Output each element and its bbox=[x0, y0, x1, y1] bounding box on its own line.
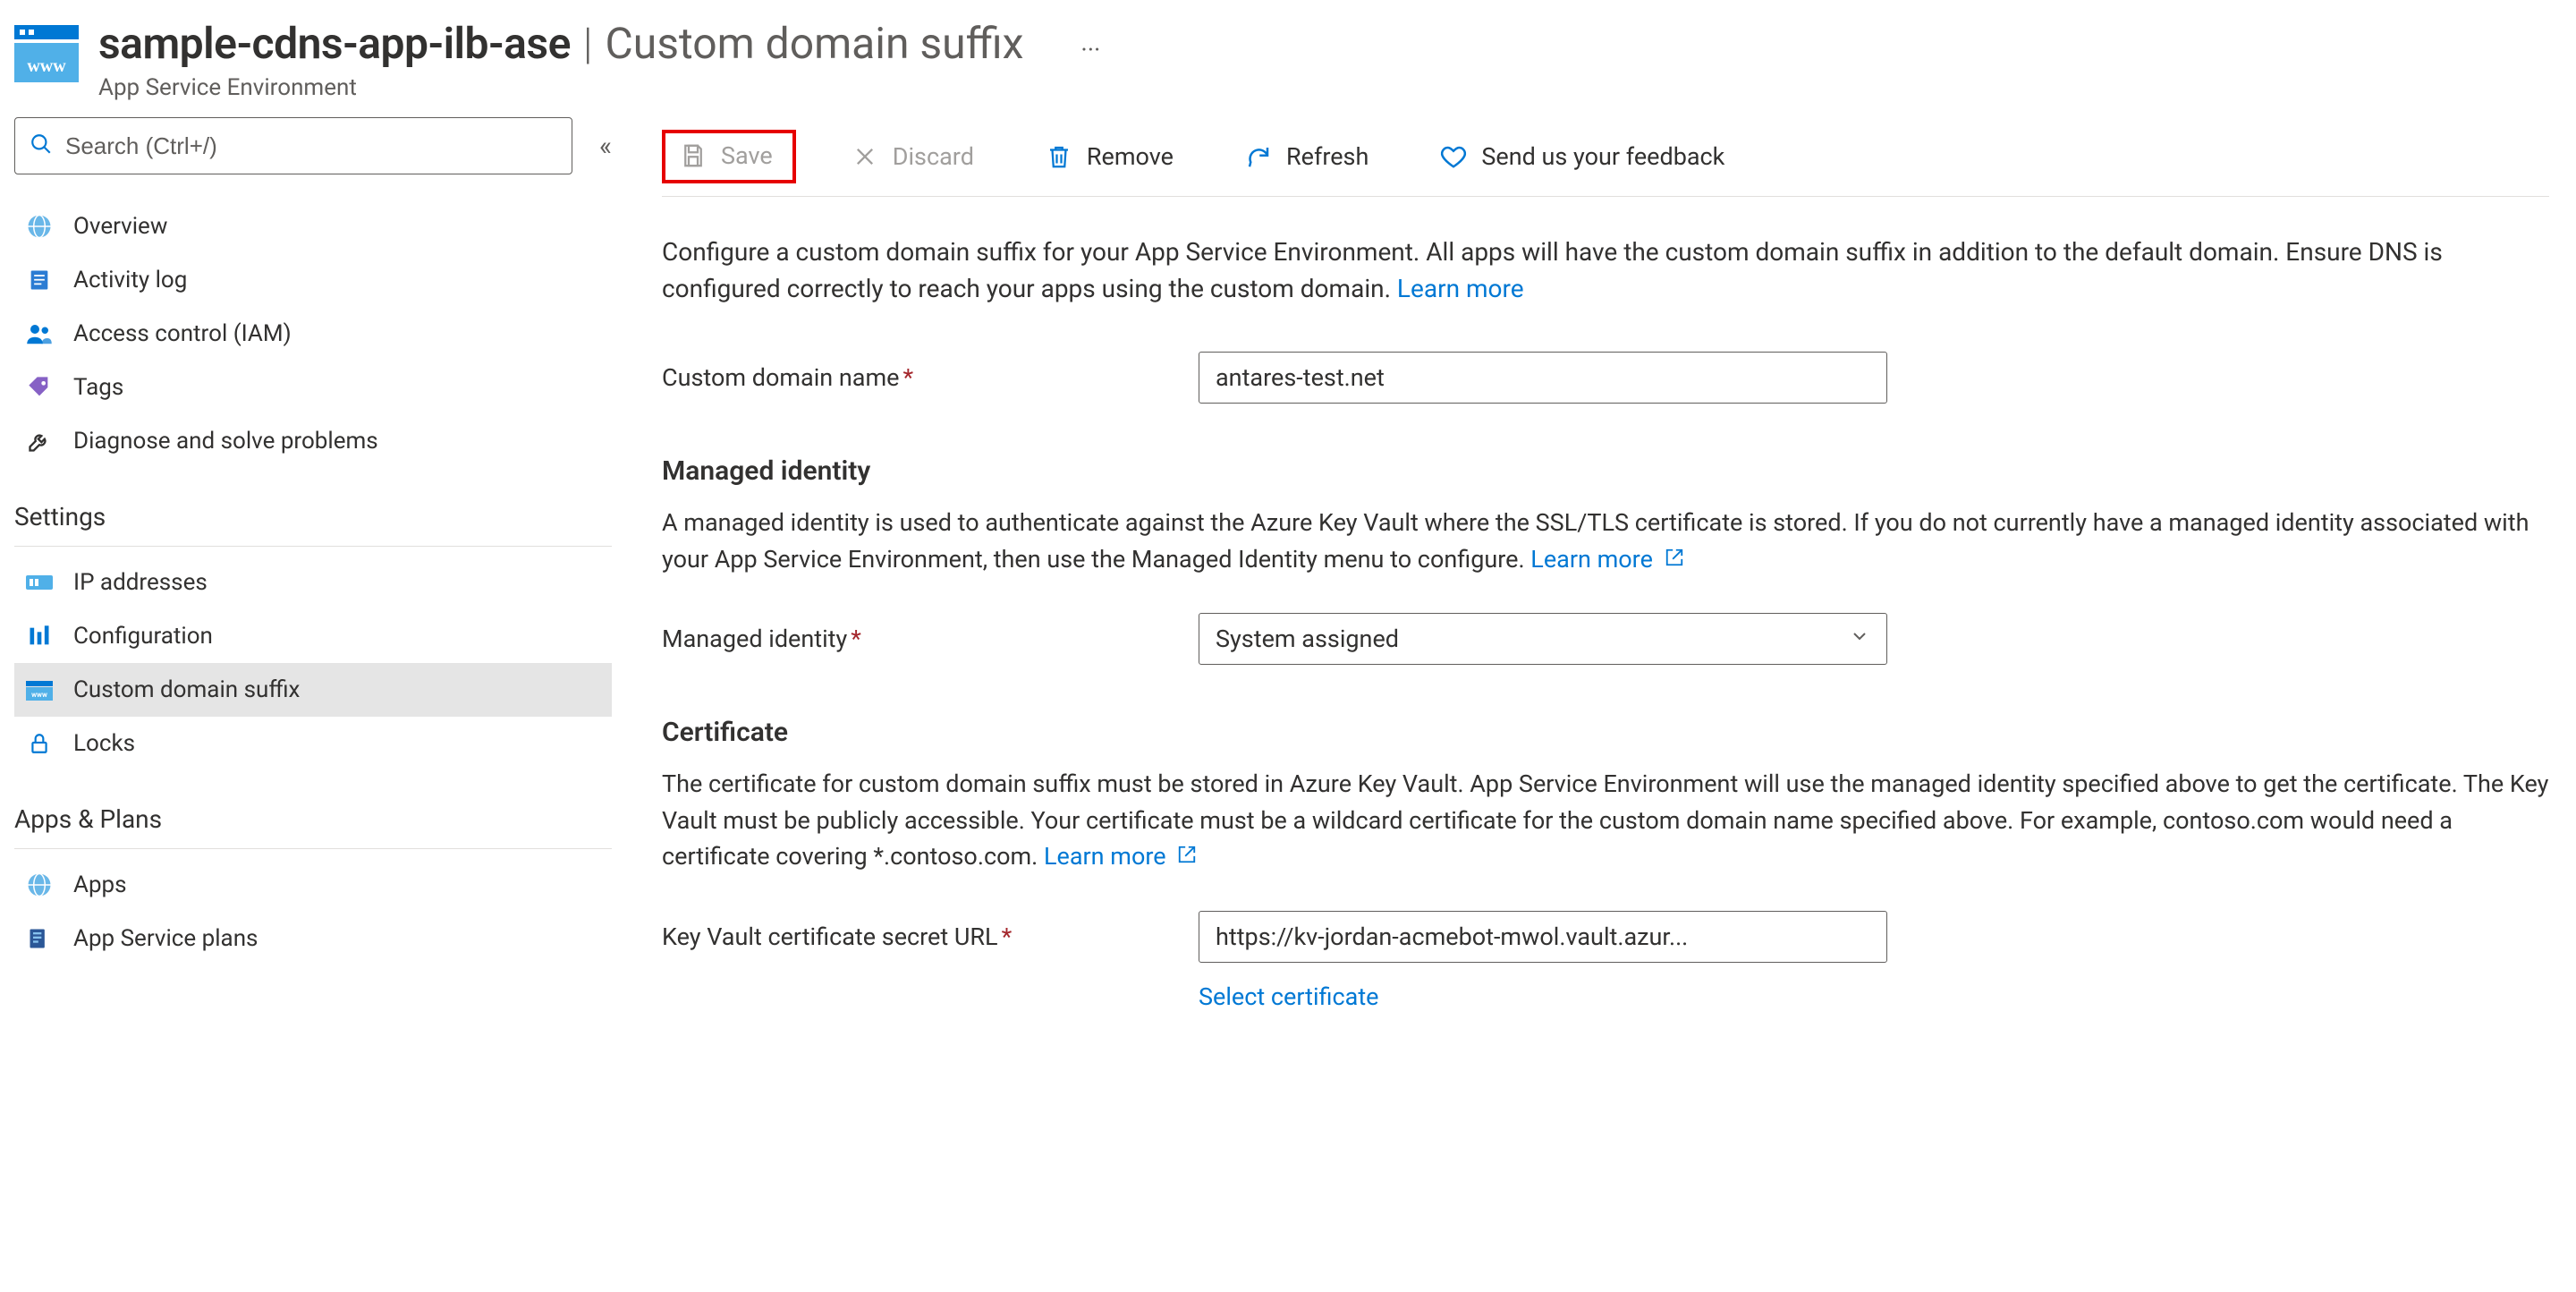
page-header: www sample-cdns-app-ilb-ase | Custom dom… bbox=[0, 0, 2576, 117]
sidebar: « Overview Activity log Access control (… bbox=[0, 117, 626, 1011]
remove-button[interactable]: Remove bbox=[1028, 132, 1190, 181]
www-icon: www bbox=[25, 676, 54, 704]
sidebar-item-tags[interactable]: Tags bbox=[14, 361, 612, 414]
sidebar-item-label: Access control (IAM) bbox=[73, 320, 292, 347]
trash-icon bbox=[1044, 141, 1074, 172]
search-icon bbox=[30, 132, 53, 159]
required-asterisk: * bbox=[903, 363, 914, 392]
cmd-label: Discard bbox=[893, 142, 974, 171]
custom-domain-input[interactable] bbox=[1199, 352, 1887, 404]
sidebar-item-label: Locks bbox=[73, 730, 135, 757]
sidebar-item-locks[interactable]: Locks bbox=[14, 717, 612, 770]
sidebar-item-label: Configuration bbox=[73, 623, 213, 650]
intro-learn-more-link[interactable]: Learn more bbox=[1397, 274, 1524, 303]
sidebar-item-diagnose[interactable]: Diagnose and solve problems bbox=[14, 414, 612, 468]
section-certificate: Certificate bbox=[662, 717, 2549, 748]
title-separator: | bbox=[583, 18, 593, 69]
lock-icon bbox=[25, 729, 54, 758]
field-label: Key Vault certificate secret URL* bbox=[662, 922, 1163, 951]
field-kv-url: Key Vault certificate secret URL* bbox=[662, 911, 2549, 963]
page-title: Custom domain suffix bbox=[606, 18, 1024, 69]
globe-icon bbox=[25, 212, 54, 241]
field-custom-domain: Custom domain name* bbox=[662, 352, 2549, 404]
section-managed-identity-text: A managed identity is used to authentica… bbox=[662, 505, 2549, 577]
sidebar-item-label: Apps bbox=[73, 871, 127, 898]
wrench-icon bbox=[25, 427, 54, 455]
collapse-sidebar-button[interactable]: « bbox=[599, 131, 612, 162]
resource-name: sample-cdns-app-ilb-ase bbox=[98, 18, 571, 69]
managed-identity-select[interactable]: System assigned bbox=[1199, 613, 1887, 665]
sidebar-item-overview[interactable]: Overview bbox=[14, 200, 612, 253]
sidebar-item-label: Overview bbox=[73, 213, 167, 240]
sidebar-item-label: App Service plans bbox=[73, 925, 258, 952]
section-managed-identity: Managed identity bbox=[662, 455, 2549, 487]
sidebar-item-label: IP addresses bbox=[73, 569, 208, 596]
required-asterisk: * bbox=[851, 625, 861, 653]
discard-button[interactable]: Discard bbox=[834, 132, 990, 181]
sidebar-item-ip-addresses[interactable]: IP addresses bbox=[14, 556, 612, 609]
external-link-icon bbox=[1177, 845, 1197, 864]
intro-paragraph: Configure a custom domain suffix for you… bbox=[662, 234, 2549, 307]
select-certificate-link[interactable]: Select certificate bbox=[1199, 982, 2549, 1011]
field-label: Managed identity* bbox=[662, 625, 1163, 653]
refresh-icon bbox=[1243, 141, 1274, 172]
cmd-label: Save bbox=[721, 141, 773, 170]
sidebar-item-label: Tags bbox=[73, 374, 123, 401]
sidebar-item-label: Custom domain suffix bbox=[73, 676, 300, 703]
kv-url-input[interactable] bbox=[1199, 911, 1887, 963]
chevron-down-icon bbox=[1849, 625, 1870, 653]
resource-type-icon: www bbox=[14, 18, 79, 82]
svg-text:www: www bbox=[31, 691, 47, 699]
intro-text: Configure a custom domain suffix for you… bbox=[662, 237, 2443, 303]
heart-icon bbox=[1438, 141, 1469, 172]
select-value: System assigned bbox=[1216, 625, 1399, 653]
bars-icon bbox=[25, 622, 54, 650]
ip-icon bbox=[25, 568, 54, 597]
external-link-icon bbox=[1665, 548, 1684, 567]
log-icon bbox=[25, 266, 54, 294]
nav-apps-list: Apps App Service plans bbox=[14, 858, 612, 965]
refresh-button[interactable]: Refresh bbox=[1227, 132, 1385, 181]
cmd-label: Send us your feedback bbox=[1481, 142, 1724, 171]
required-asterisk: * bbox=[1002, 922, 1013, 951]
sidebar-item-configuration[interactable]: Configuration bbox=[14, 609, 612, 663]
save-button[interactable]: Save bbox=[662, 130, 796, 183]
nav-settings-list: IP addresses Configuration www Custom do… bbox=[14, 556, 612, 770]
sidebar-item-activity-log[interactable]: Activity log bbox=[14, 253, 612, 307]
tag-icon bbox=[25, 373, 54, 402]
sidebar-item-label: Diagnose and solve problems bbox=[73, 428, 378, 455]
resource-type-label: App Service Environment bbox=[98, 74, 1100, 101]
sidebar-item-app-service-plans[interactable]: App Service plans bbox=[14, 912, 612, 965]
svg-text:www: www bbox=[27, 56, 66, 76]
field-label: Custom domain name* bbox=[662, 363, 1163, 392]
feedback-button[interactable]: Send us your feedback bbox=[1422, 132, 1741, 181]
globe-icon bbox=[25, 871, 54, 899]
sidebar-search[interactable] bbox=[14, 117, 572, 174]
more-actions-button[interactable]: ··· bbox=[1080, 35, 1100, 64]
cmd-label: Remove bbox=[1087, 142, 1174, 171]
sidebar-item-apps[interactable]: Apps bbox=[14, 858, 612, 912]
cmd-label: Refresh bbox=[1286, 142, 1368, 171]
certificate-learn-more-link[interactable]: Learn more bbox=[1044, 842, 1197, 871]
people-icon bbox=[25, 319, 54, 348]
main-content: Save Discard Remove Refresh bbox=[626, 117, 2576, 1011]
sidebar-item-access-control[interactable]: Access control (IAM) bbox=[14, 307, 612, 361]
nav-section-settings: Settings bbox=[14, 468, 612, 547]
section-certificate-text: The certificate for custom domain suffix… bbox=[662, 766, 2549, 875]
close-icon bbox=[850, 141, 880, 172]
save-icon bbox=[678, 140, 708, 171]
plan-icon bbox=[25, 924, 54, 953]
search-input[interactable] bbox=[65, 132, 557, 160]
sidebar-item-custom-domain-suffix[interactable]: www Custom domain suffix bbox=[14, 663, 612, 717]
sidebar-item-label: Activity log bbox=[73, 267, 187, 293]
nav-general-list: Overview Activity log Access control (IA… bbox=[14, 200, 612, 468]
nav-section-apps: Apps & Plans bbox=[14, 770, 612, 849]
managed-identity-learn-more-link[interactable]: Learn more bbox=[1530, 545, 1683, 574]
field-managed-identity: Managed identity* System assigned bbox=[662, 613, 2549, 665]
command-bar: Save Discard Remove Refresh bbox=[662, 117, 2549, 197]
